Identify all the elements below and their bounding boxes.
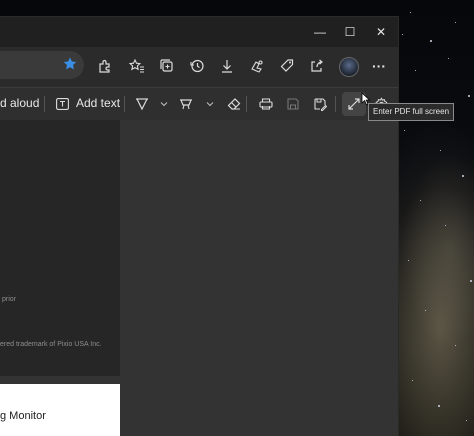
pdf-toolbar: d aloud Add text: [0, 87, 398, 121]
add-text-icon[interactable]: [56, 98, 69, 110]
shopping-icon[interactable]: [274, 53, 300, 79]
fullscreen-tooltip: Enter PDF full screen: [368, 103, 454, 121]
minimize-button[interactable]: —: [304, 17, 336, 47]
page-text: ered trademark of Pixio USA Inc.: [0, 341, 102, 348]
save-icon[interactable]: [281, 92, 305, 116]
draw-icon[interactable]: [130, 92, 154, 116]
close-button[interactable]: ✕: [365, 17, 397, 47]
highlight-icon[interactable]: [174, 92, 198, 116]
close-icon: ✕: [375, 25, 387, 39]
favorite-star-icon[interactable]: [62, 56, 78, 72]
more-label: ···: [372, 58, 386, 74]
maximize-button[interactable]: ☐: [334, 17, 366, 47]
save-as-icon[interactable]: [308, 92, 332, 116]
toolbar-divider: [246, 96, 247, 112]
share-icon[interactable]: [304, 53, 330, 79]
toolbar-divider: [335, 96, 336, 112]
add-text-button[interactable]: Add text: [76, 96, 120, 110]
address-bar-row: ···: [0, 47, 398, 87]
favorites-icon[interactable]: [124, 53, 150, 79]
pdf-page: g Monitor: [0, 384, 120, 436]
browser-window: — ☐ ✕ ··· d aloud Add text prior ered tr…: [0, 17, 398, 436]
erase-icon[interactable]: [222, 92, 246, 116]
page-heading: g Monitor: [0, 410, 46, 422]
extensions-icon[interactable]: [92, 53, 118, 79]
chevron-down-icon[interactable]: [198, 92, 222, 116]
pdf-page: prior ered trademark of Pixio USA Inc.: [0, 120, 120, 376]
page-text: prior: [2, 296, 17, 303]
maximize-icon: ☐: [344, 25, 356, 39]
chevron-down-icon[interactable]: [152, 92, 176, 116]
toolbar-divider: [44, 96, 45, 112]
profile-avatar[interactable]: [339, 57, 359, 77]
toolbar-divider: [124, 96, 125, 112]
title-bar: — ☐ ✕: [0, 17, 398, 47]
downloads-icon[interactable]: [214, 53, 240, 79]
collections-icon[interactable]: [154, 53, 180, 79]
games-icon[interactable]: [244, 53, 270, 79]
pdf-viewer-area[interactable]: prior ered trademark of Pixio USA Inc. g…: [0, 120, 398, 436]
minimize-icon: —: [314, 25, 326, 39]
more-icon[interactable]: ···: [366, 53, 392, 79]
history-icon[interactable]: [184, 53, 210, 79]
print-icon[interactable]: [254, 92, 278, 116]
read-aloud-button[interactable]: d aloud: [0, 96, 39, 110]
